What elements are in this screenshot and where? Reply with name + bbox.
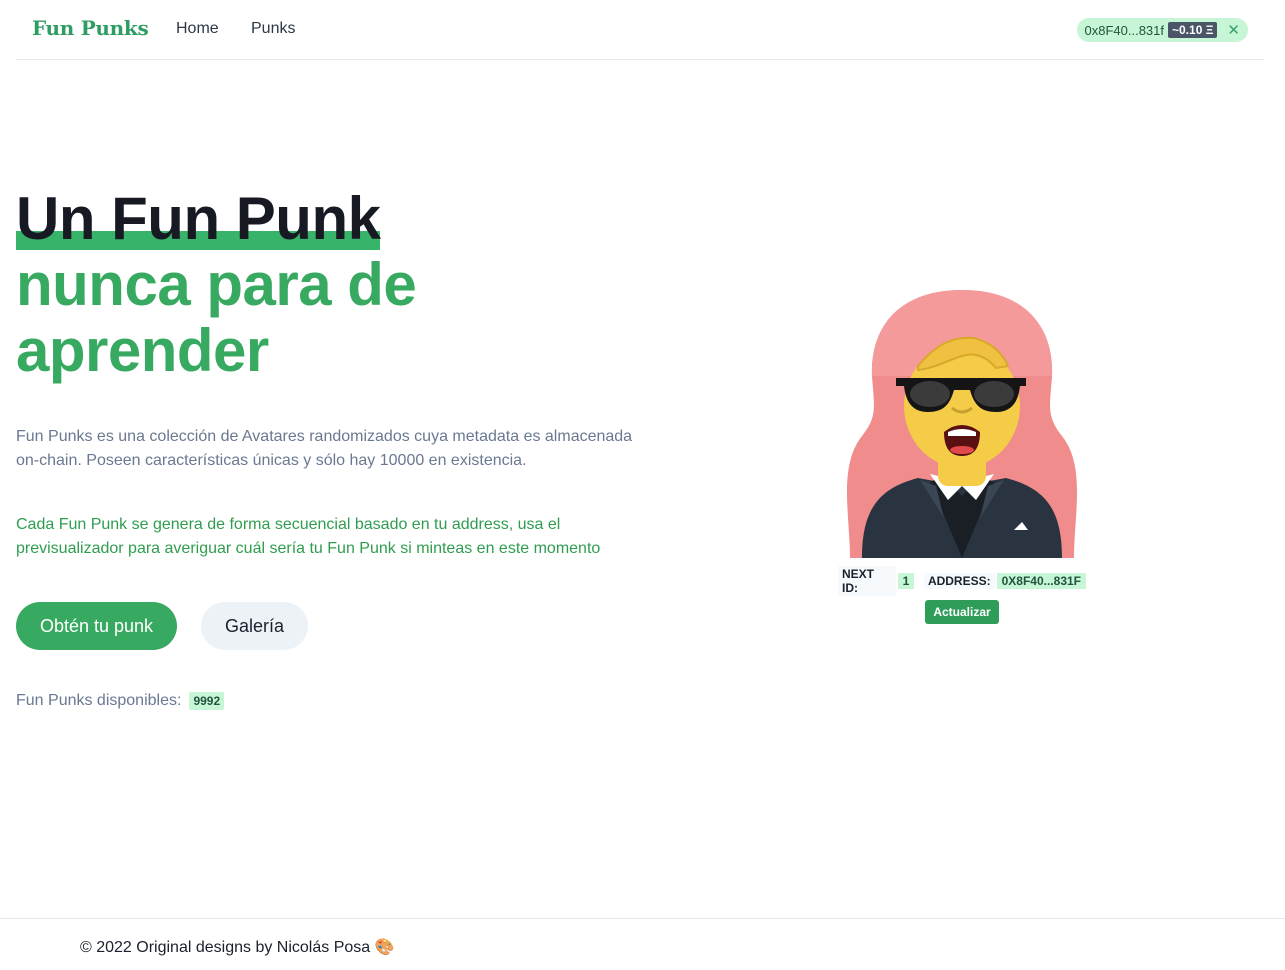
- address-label: ADDRESS:: [923, 573, 995, 589]
- wallet-balance: ~0.10 Ξ: [1168, 22, 1218, 38]
- gallery-button[interactable]: Galería: [201, 602, 308, 650]
- top-navbar: Fun Punks Home Punks 0x8F40...831f ~0.10…: [16, 0, 1264, 60]
- hero-preview-note: Cada Fun Punk se genera de forma secuenc…: [16, 516, 601, 557]
- hero-title-highlight: Un Fun Punk: [16, 185, 381, 252]
- nav-link-home[interactable]: Home: [176, 20, 219, 38]
- available-count-badge: 9992: [189, 692, 225, 710]
- punk-avatar-image: [847, 290, 1077, 558]
- next-id-label: NEXT ID:: [838, 566, 896, 596]
- nav-link-punks[interactable]: Punks: [251, 20, 295, 38]
- next-id-value: 1: [897, 573, 915, 589]
- brand-logo-link[interactable]: Fun Punks: [32, 16, 149, 40]
- available-punks: Fun Punks disponibles: 9992: [16, 692, 225, 710]
- preview-info-row: NEXT ID: 1 ADDRESS: 0X8F40...831F: [838, 566, 1086, 596]
- hero-description: Fun Punks es una colección de Avatares r…: [16, 428, 633, 469]
- footer-copyright: © 2022 Original designs by Nicolás Posa …: [80, 939, 395, 956]
- available-label: Fun Punks disponibles:: [16, 692, 182, 709]
- wallet-badge: 0x8F40...831f ~0.10 Ξ ✕: [1076, 18, 1248, 42]
- hero-title-subline: nunca para de aprender: [16, 251, 417, 384]
- address-value: 0X8F40...831F: [996, 573, 1086, 589]
- page: Fun Punks Home Punks 0x8F40...831f ~0.10…: [0, 0, 1285, 970]
- close-icon[interactable]: ✕: [1227, 23, 1240, 38]
- wallet-address: 0x8F40...831f: [1084, 22, 1165, 38]
- update-preview-button[interactable]: Actualizar: [925, 600, 999, 624]
- footer: © 2022 Original designs by Nicolás Posa …: [0, 918, 1285, 970]
- get-punk-button[interactable]: Obtén tu punk: [16, 602, 177, 650]
- hero-title: Un Fun Punk nunca para de aprender: [16, 186, 446, 384]
